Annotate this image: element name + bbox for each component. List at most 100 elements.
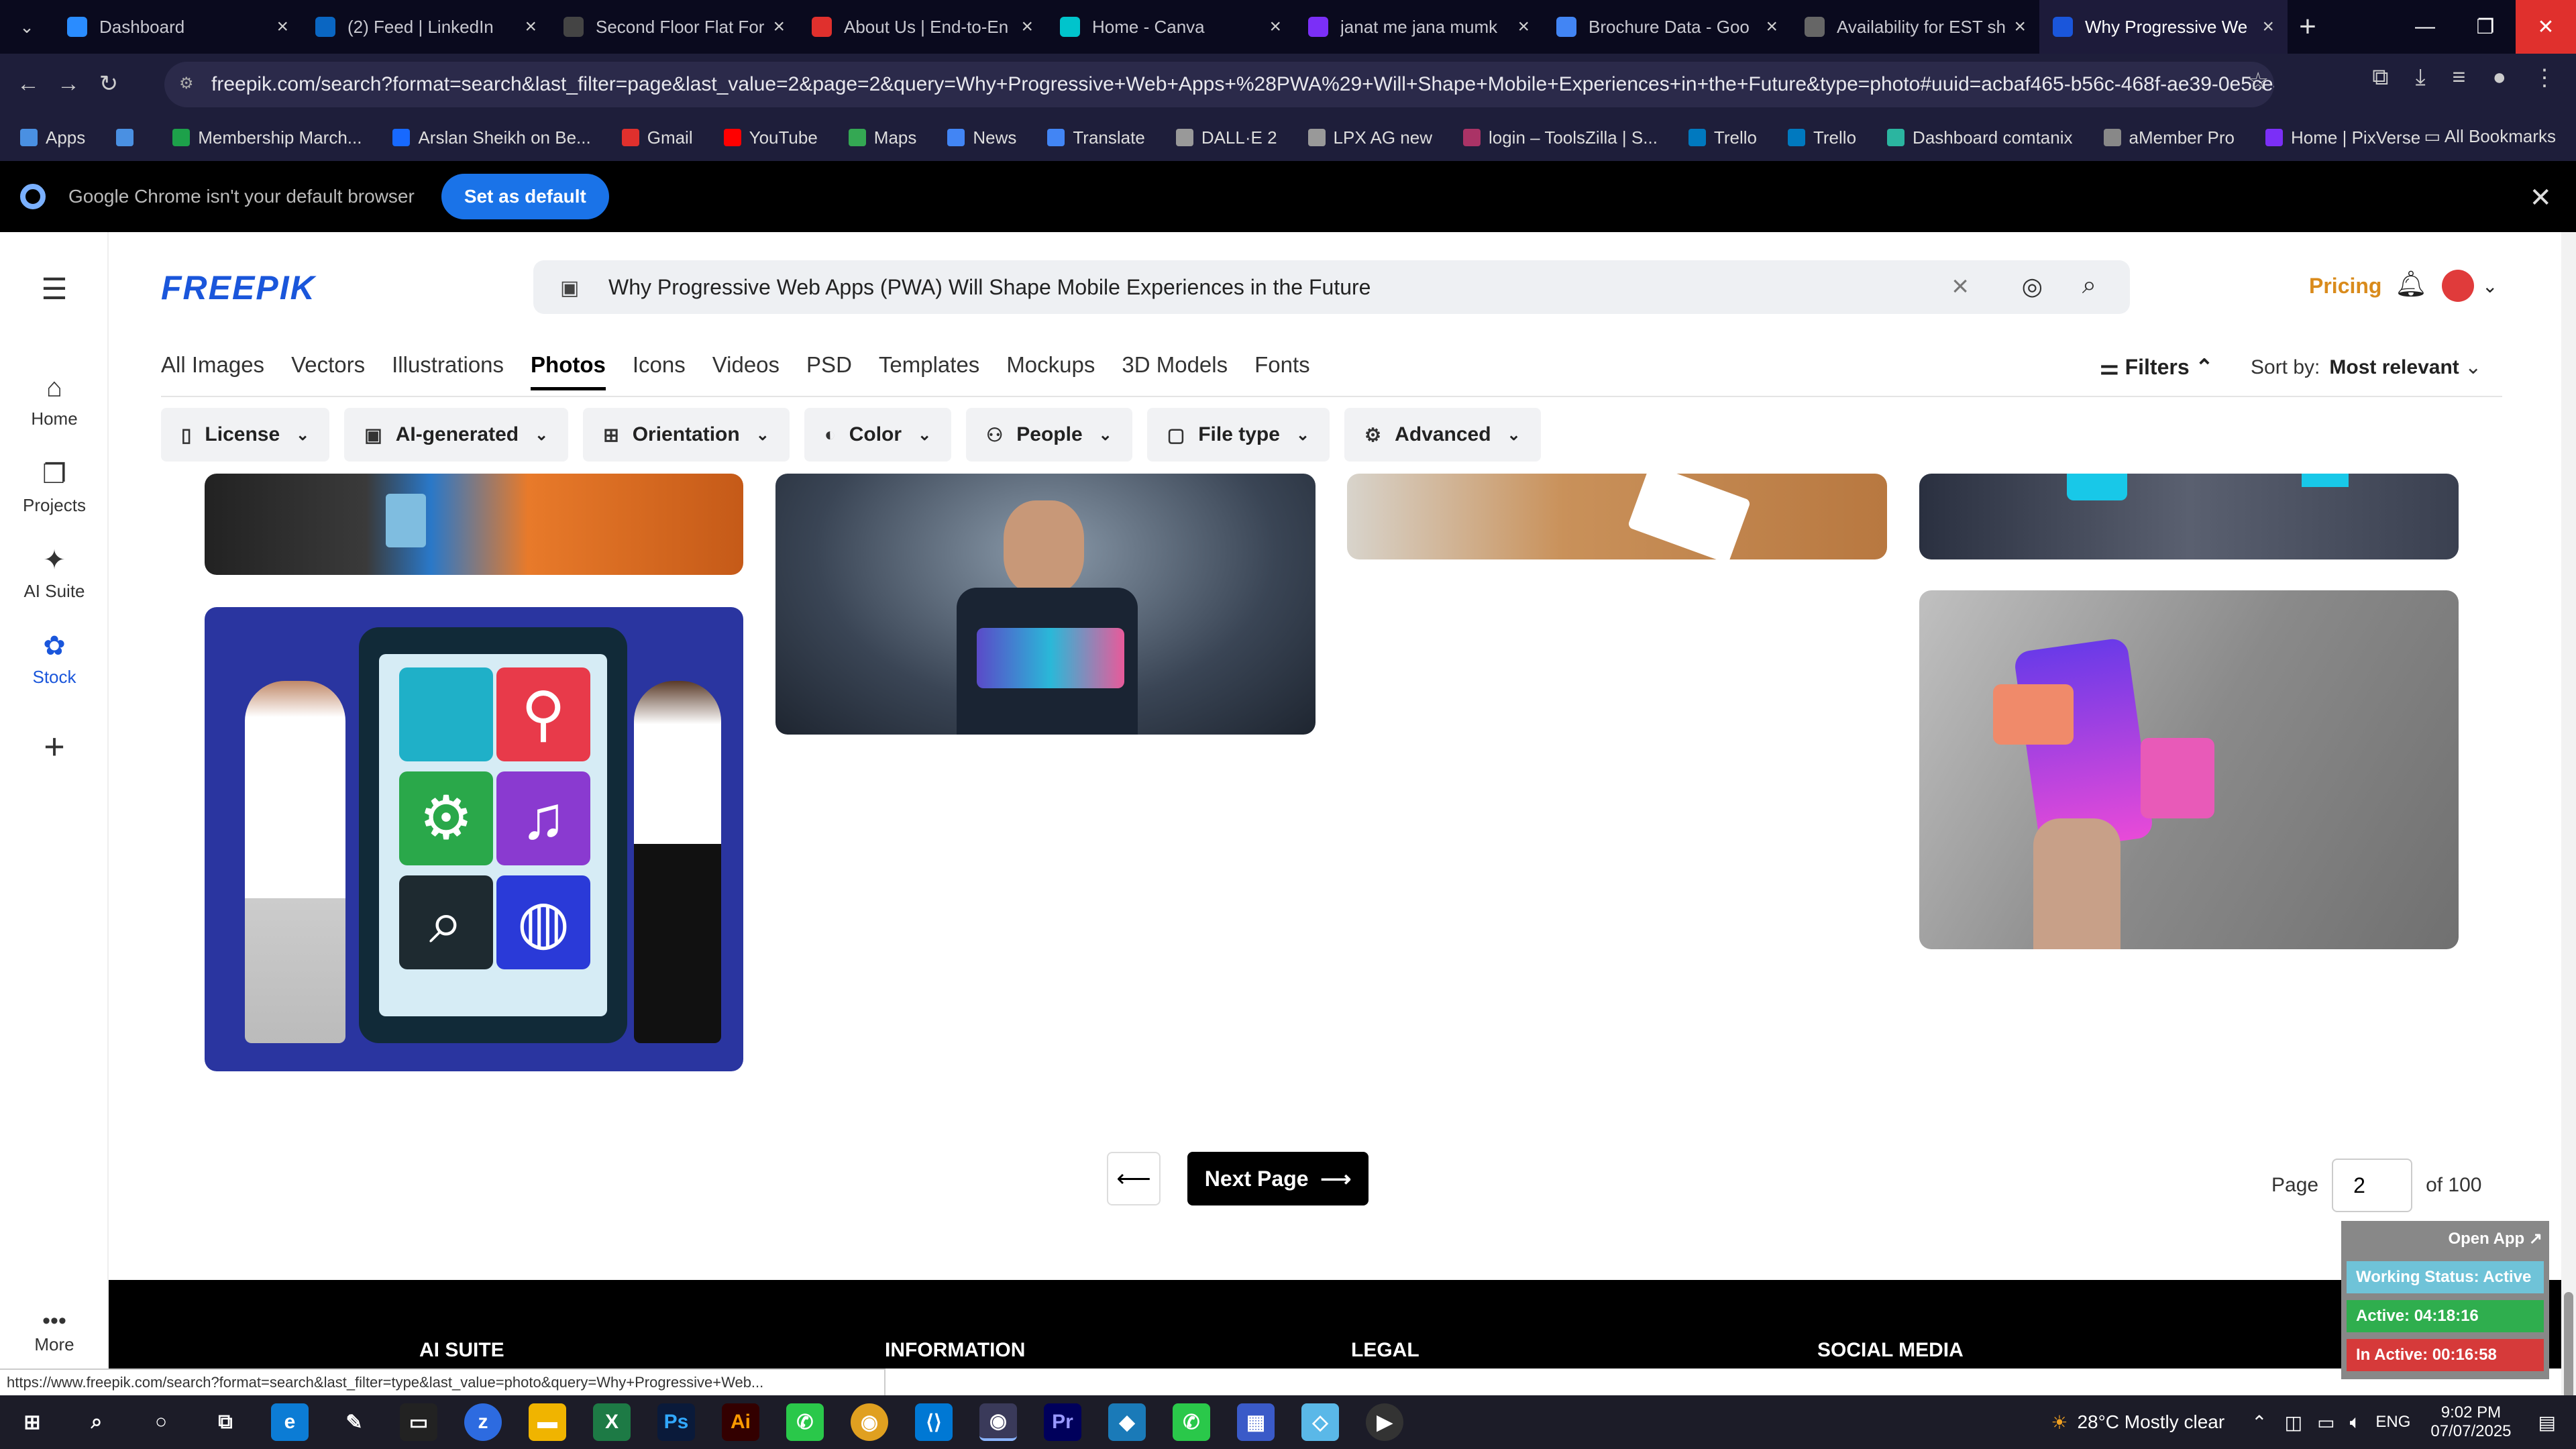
all-bookmarks[interactable]: ▭ All Bookmarks	[2424, 126, 2556, 147]
filter-chip-license[interactable]: ▯ License ⌄	[161, 408, 330, 462]
bookmark-item[interactable]: Trello	[1787, 127, 1856, 148]
filter-chip-orientation[interactable]: ⊞ Orientation ⌄	[583, 408, 790, 462]
image-type-icon[interactable]: ▣	[560, 276, 579, 300]
search-icon[interactable]: ⌕	[2082, 271, 2096, 300]
phone-app-icon[interactable]: ✆	[1173, 1403, 1210, 1441]
tab-3d-models[interactable]: 3D Models	[1122, 352, 1228, 390]
excel-icon[interactable]: X	[593, 1403, 631, 1441]
window-close-button[interactable]: ✕	[2516, 0, 2576, 54]
new-tab-button[interactable]: +	[2288, 10, 2328, 44]
premiere-icon[interactable]: Pr	[1044, 1403, 1081, 1441]
chrome-icon[interactable]: ◉	[851, 1403, 888, 1441]
browser-tab[interactable]: Availability for EST sh ×	[1791, 0, 2039, 54]
back-button[interactable]: ←	[8, 71, 48, 97]
filter-chip-ai-generated[interactable]: ▣ AI-generated ⌄	[344, 408, 569, 462]
bookmark-item[interactable]	[116, 129, 142, 146]
filters-button[interactable]: ⚌ Filters ⌃	[2100, 354, 2213, 380]
bookmark-item[interactable]: login – ToolsZilla | S...	[1462, 127, 1658, 148]
menu-icon[interactable]: ⋮	[2533, 64, 2556, 91]
hamburger-menu-icon[interactable]: ☰	[0, 272, 109, 307]
forward-button[interactable]: →	[48, 71, 89, 97]
weather-temp[interactable]: 28°C	[2077, 1411, 2119, 1433]
download-icon[interactable]: ⤓	[2416, 64, 2426, 91]
search-bar[interactable]: ▣ Why Progressive Web Apps (PWA) Will Sh…	[533, 260, 2130, 314]
bookmark-item[interactable]: Home | PixVerse	[2265, 127, 2420, 148]
restore-button[interactable]: ❐	[2455, 0, 2516, 54]
language-indicator[interactable]: ENG	[2375, 1413, 2410, 1432]
tab-illustrations[interactable]: Illustrations	[392, 352, 504, 390]
tab-close-icon[interactable]: ×	[1766, 15, 1778, 38]
chevron-up-icon[interactable]: ⌃	[2251, 1411, 2267, 1434]
filter-chip-people[interactable]: ⚇ People ⌄	[966, 408, 1132, 462]
tab-close-icon[interactable]: ×	[1517, 15, 1529, 38]
photoshop-icon[interactable]: Ps	[657, 1403, 695, 1441]
tab-close-icon[interactable]: ×	[525, 15, 537, 38]
tab-templates[interactable]: Templates	[879, 352, 979, 390]
sidebar-item-projects[interactable]: ❐ Projects	[0, 459, 109, 516]
prev-page-button[interactable]: ⟵	[1107, 1152, 1161, 1205]
minimize-button[interactable]: —	[2395, 0, 2455, 54]
tab-photos[interactable]: Photos	[531, 352, 606, 390]
bookmark-item[interactable]: LPX AG new	[1307, 127, 1432, 148]
photo-tile[interactable]	[1919, 474, 2459, 559]
filter-chip-file-type[interactable]: ▢ File type ⌄	[1146, 408, 1330, 462]
pricing-link[interactable]: Pricing	[2309, 274, 2381, 299]
app-icon[interactable]: ◇	[1301, 1403, 1339, 1441]
vscode-icon[interactable]: ⟨⟩	[915, 1403, 953, 1441]
bookmark-item[interactable]: DALL·E 2	[1175, 127, 1277, 148]
sidebar-more[interactable]: ••• More	[0, 1308, 109, 1355]
bookmark-item[interactable]: Translate	[1047, 127, 1145, 148]
browser-tab[interactable]: janat me jana mumk ×	[1295, 0, 1543, 54]
tab-close-icon[interactable]: ×	[2262, 15, 2274, 38]
bookmark-item[interactable]: News	[947, 127, 1016, 148]
sidebar-item-home[interactable]: ⌂ Home	[0, 373, 109, 429]
open-app-link[interactable]: Open App ↗	[2448, 1229, 2542, 1248]
file-explorer-icon[interactable]: ▬	[529, 1403, 566, 1441]
scrollbar[interactable]	[2561, 232, 2576, 1433]
start-icon[interactable]: ⊞	[13, 1403, 51, 1441]
edge-icon[interactable]: e	[271, 1403, 309, 1441]
notifications-icon[interactable]: ▤	[2538, 1411, 2556, 1434]
browser-tab[interactable]: Second Floor Flat For ×	[550, 0, 798, 54]
pen-icon[interactable]: ✎	[335, 1403, 373, 1441]
sidebar-item-stock[interactable]: ✿ Stock	[0, 631, 109, 688]
cortana-icon[interactable]: ○	[142, 1403, 180, 1441]
browser-tab[interactable]: About Us | End-to-En ×	[798, 0, 1046, 54]
tab-psd[interactable]: PSD	[806, 352, 852, 390]
browser-tab[interactable]: Home - Canva ×	[1046, 0, 1295, 54]
reload-button[interactable]: ↻	[89, 70, 129, 97]
calculator-icon[interactable]: ▦	[1237, 1403, 1275, 1441]
notification-bell-icon[interactable]: 🔔︎	[2395, 270, 2427, 299]
tab-icons[interactable]: Icons	[633, 352, 686, 390]
bookmark-item[interactable]: Dashboard comtanix	[1887, 127, 2073, 148]
photo-tile[interactable]	[205, 474, 743, 575]
filter-chip-color[interactable]: ◐ Color ⌄	[804, 408, 952, 462]
zoom-icon[interactable]: z	[464, 1403, 502, 1441]
avatar[interactable]	[2442, 270, 2474, 302]
bookmark-item[interactable]: YouTube	[723, 127, 818, 148]
bookmark-item[interactable]: Arslan Sheikh on Be...	[392, 127, 591, 148]
freepik-logo[interactable]: FREEPIK	[161, 268, 316, 307]
tab-close-icon[interactable]: ×	[2014, 15, 2026, 38]
bookmark-item[interactable]: Trello	[1688, 127, 1757, 148]
media-icon[interactable]: ≡	[2453, 64, 2466, 91]
photo-tile[interactable]	[1919, 590, 2459, 949]
url-field[interactable]: ⚙ freepik.com/search?format=search&last_…	[164, 62, 2274, 107]
tab-all-images[interactable]: All Images	[161, 352, 264, 390]
photo-tile[interactable]: ⚲ ⚙ ♫ ⌕ ◍	[205, 607, 743, 1071]
tab-close-icon[interactable]: ×	[1269, 15, 1281, 38]
filter-chip-advanced[interactable]: ⚙ Advanced ⌄	[1344, 408, 1541, 462]
illustrator-icon[interactable]: Ai	[722, 1403, 759, 1441]
clock[interactable]: 9:02 PM 07/07/2025	[2430, 1403, 2511, 1441]
tab-close-icon[interactable]: ×	[1021, 15, 1033, 38]
bookmark-item[interactable]: aMember Pro	[2103, 127, 2235, 148]
tab-vectors[interactable]: Vectors	[291, 352, 365, 390]
add-icon[interactable]: +	[0, 726, 109, 767]
tab-videos[interactable]: Videos	[712, 352, 780, 390]
tab-search-icon[interactable]: ⌄	[0, 0, 54, 54]
tab-close-icon[interactable]: ×	[773, 15, 785, 38]
network-icon[interactable]: ▭	[2317, 1411, 2334, 1434]
task-view-icon[interactable]: ⧉	[207, 1403, 244, 1441]
terminal-icon[interactable]: ▭	[400, 1403, 437, 1441]
photo-tile[interactable]	[775, 474, 1316, 735]
